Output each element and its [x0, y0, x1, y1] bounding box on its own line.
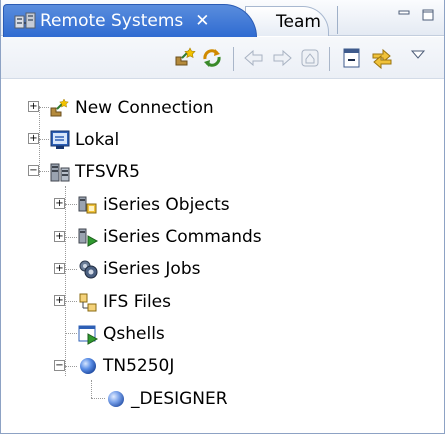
tree-item-lokal[interactable]: Lokal [49, 124, 119, 156]
tree-connector [39, 106, 40, 177]
new-connection-icon [50, 98, 69, 117]
iseries-jobs-icon [79, 260, 98, 279]
tree-expand-toggle[interactable]: + [28, 133, 39, 144]
tree-item-new-connection[interactable]: New Connection [49, 92, 214, 124]
toolbar-separator [329, 47, 330, 71]
forward-arrow-icon[interactable] [269, 45, 295, 71]
iseries-objects-icon [78, 196, 97, 214]
tree-connector [91, 380, 92, 398]
tab-team-label: Team [276, 11, 321, 32]
tree-item-iseries-jobs[interactable]: iSeries Jobs [77, 253, 200, 285]
view-toolbar [1, 37, 444, 79]
tree-item-label: TN5250J [103, 356, 175, 376]
ifs-files-icon [79, 293, 97, 312]
remote-systems-tree: + + − + + + + − New Connection Lokal TFS… [1, 80, 444, 434]
tree-connector [65, 237, 77, 238]
qshells-icon [78, 325, 99, 345]
tree-item-designer[interactable]: _DESIGNER [105, 383, 228, 415]
remote-systems-icon [14, 12, 36, 29]
tree-item-label: iSeries Jobs [103, 259, 201, 279]
iseries-commands-icon [78, 228, 99, 247]
tab-remote-systems-label: Remote Systems [40, 11, 184, 31]
tree-item-label: New Connection [75, 98, 214, 118]
tree-collapse-toggle[interactable]: − [54, 360, 65, 371]
back-arrow-icon[interactable] [241, 45, 267, 71]
remote-systems-view: Team Remote Systems ✕ + + − + + + + − Ne… [0, 0, 445, 434]
home-icon[interactable] [297, 45, 323, 71]
tree-item-iseries-objects[interactable]: iSeries Objects [77, 189, 230, 221]
tree-connector [65, 204, 77, 205]
tree-item-ifs-files[interactable]: IFS Files [77, 286, 171, 318]
tree-expand-toggle[interactable]: + [54, 198, 65, 209]
view-menu-icon[interactable] [409, 45, 427, 71]
tree-item-label: iSeries Commands [103, 227, 262, 247]
tree-item-label: IFS Files [103, 292, 171, 312]
collapse-all-icon[interactable] [339, 45, 365, 71]
link-with-editor-icon[interactable] [369, 45, 395, 71]
connection-sphere-icon [80, 358, 96, 374]
tree-connector [65, 301, 77, 302]
maximize-icon[interactable] [421, 8, 435, 22]
tree-expand-toggle[interactable]: + [54, 295, 65, 306]
tree-item-label: Qshells [103, 324, 165, 344]
tab-team[interactable]: Team [245, 6, 329, 36]
tree-connector [65, 366, 77, 367]
tree-expand-toggle[interactable]: + [54, 231, 65, 242]
tree-connector [65, 186, 66, 376]
tab-remote-systems[interactable]: Remote Systems ✕ [3, 4, 257, 37]
tree-item-label: Lokal [75, 130, 120, 150]
tree-item-label: _DESIGNER [131, 389, 228, 409]
tree-connector [39, 107, 49, 108]
view-tab-bar: Team Remote Systems ✕ [1, 0, 444, 37]
tree-item-tn5250j[interactable]: TN5250J [77, 350, 174, 382]
tree-item-label: iSeries Objects [103, 195, 230, 215]
tree-item-label: TFSVR5 [75, 162, 140, 182]
tree-item-tfsvr5[interactable]: TFSVR5 [49, 156, 140, 188]
tree-item-qshells[interactable]: Qshells [77, 318, 165, 350]
toolbar-separator [233, 47, 234, 71]
tree-connector [65, 269, 77, 270]
close-icon[interactable]: ✕ [195, 12, 209, 30]
tree-connector [39, 139, 49, 140]
tree-item-iseries-commands[interactable]: iSeries Commands [77, 221, 262, 253]
iseries-server-icon [50, 163, 70, 182]
tab-separator [337, 6, 338, 34]
tree-connector [39, 171, 49, 172]
tree-connector [65, 333, 77, 334]
refresh-icon[interactable] [199, 45, 225, 71]
minimize-icon[interactable] [397, 8, 411, 22]
tree-expand-toggle[interactable]: + [54, 263, 65, 274]
local-system-icon [50, 130, 70, 149]
tree-collapse-toggle[interactable]: − [28, 165, 39, 176]
connection-sphere-icon [108, 391, 124, 407]
tree-expand-toggle[interactable]: + [28, 101, 39, 112]
new-connection-icon[interactable] [173, 45, 199, 71]
tree-connector [91, 398, 105, 399]
